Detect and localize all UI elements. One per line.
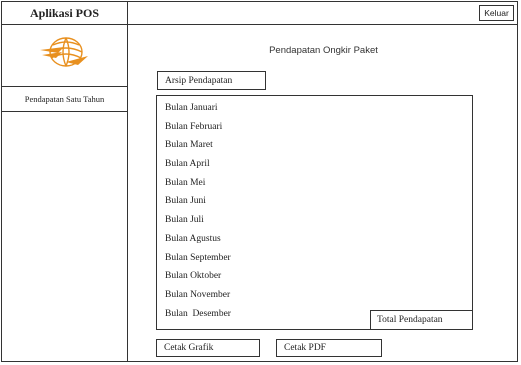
print-chart-button[interactable]: Cetak Grafik [156, 339, 260, 357]
top-bar: Keluar [128, 2, 517, 25]
logout-button[interactable]: Keluar [479, 5, 514, 21]
list-item[interactable]: Bulan Mei [165, 174, 231, 193]
pos-logo-icon [39, 36, 88, 67]
archive-button[interactable]: Arsip Pendapatan [157, 71, 266, 90]
sidebar-item-label: Pendapatan Satu Tahun [24, 94, 105, 104]
list-item[interactable]: Bulan Januari [165, 99, 231, 118]
list-item[interactable]: Bulan Maret [165, 136, 231, 155]
list-item[interactable]: Bulan Agustus [165, 230, 231, 249]
list-item[interactable]: Bulan November [165, 286, 231, 305]
app-title: Aplikasi POS [2, 2, 127, 25]
list-item[interactable]: Bulan Februari [165, 118, 231, 137]
page-title: Pendapatan Ongkir Paket [269, 45, 378, 56]
logo-area [2, 25, 127, 78]
month-list: Bulan Januari Bulan Februari Bulan Maret… [165, 99, 231, 323]
list-item[interactable]: Bulan Oktober [165, 267, 231, 286]
total-revenue-field: Total Pendapatan [370, 310, 473, 330]
list-item[interactable]: Bulan Desember [165, 305, 231, 324]
month-list-box: Bulan Januari Bulan Februari Bulan Maret… [156, 95, 473, 330]
list-item[interactable]: Bulan Juli [165, 211, 231, 230]
sidebar: Aplikasi POS Pendapatan Satu Tahun [2, 2, 128, 361]
sidebar-item-pendapatan-satu-tahun[interactable]: Pendapatan Satu Tahun [2, 86, 127, 112]
list-item[interactable]: Bulan April [165, 155, 231, 174]
print-pdf-button[interactable]: Cetak PDF [276, 339, 382, 357]
list-item[interactable]: Bulan Juni [165, 192, 231, 211]
list-item[interactable]: Bulan September [165, 249, 231, 268]
